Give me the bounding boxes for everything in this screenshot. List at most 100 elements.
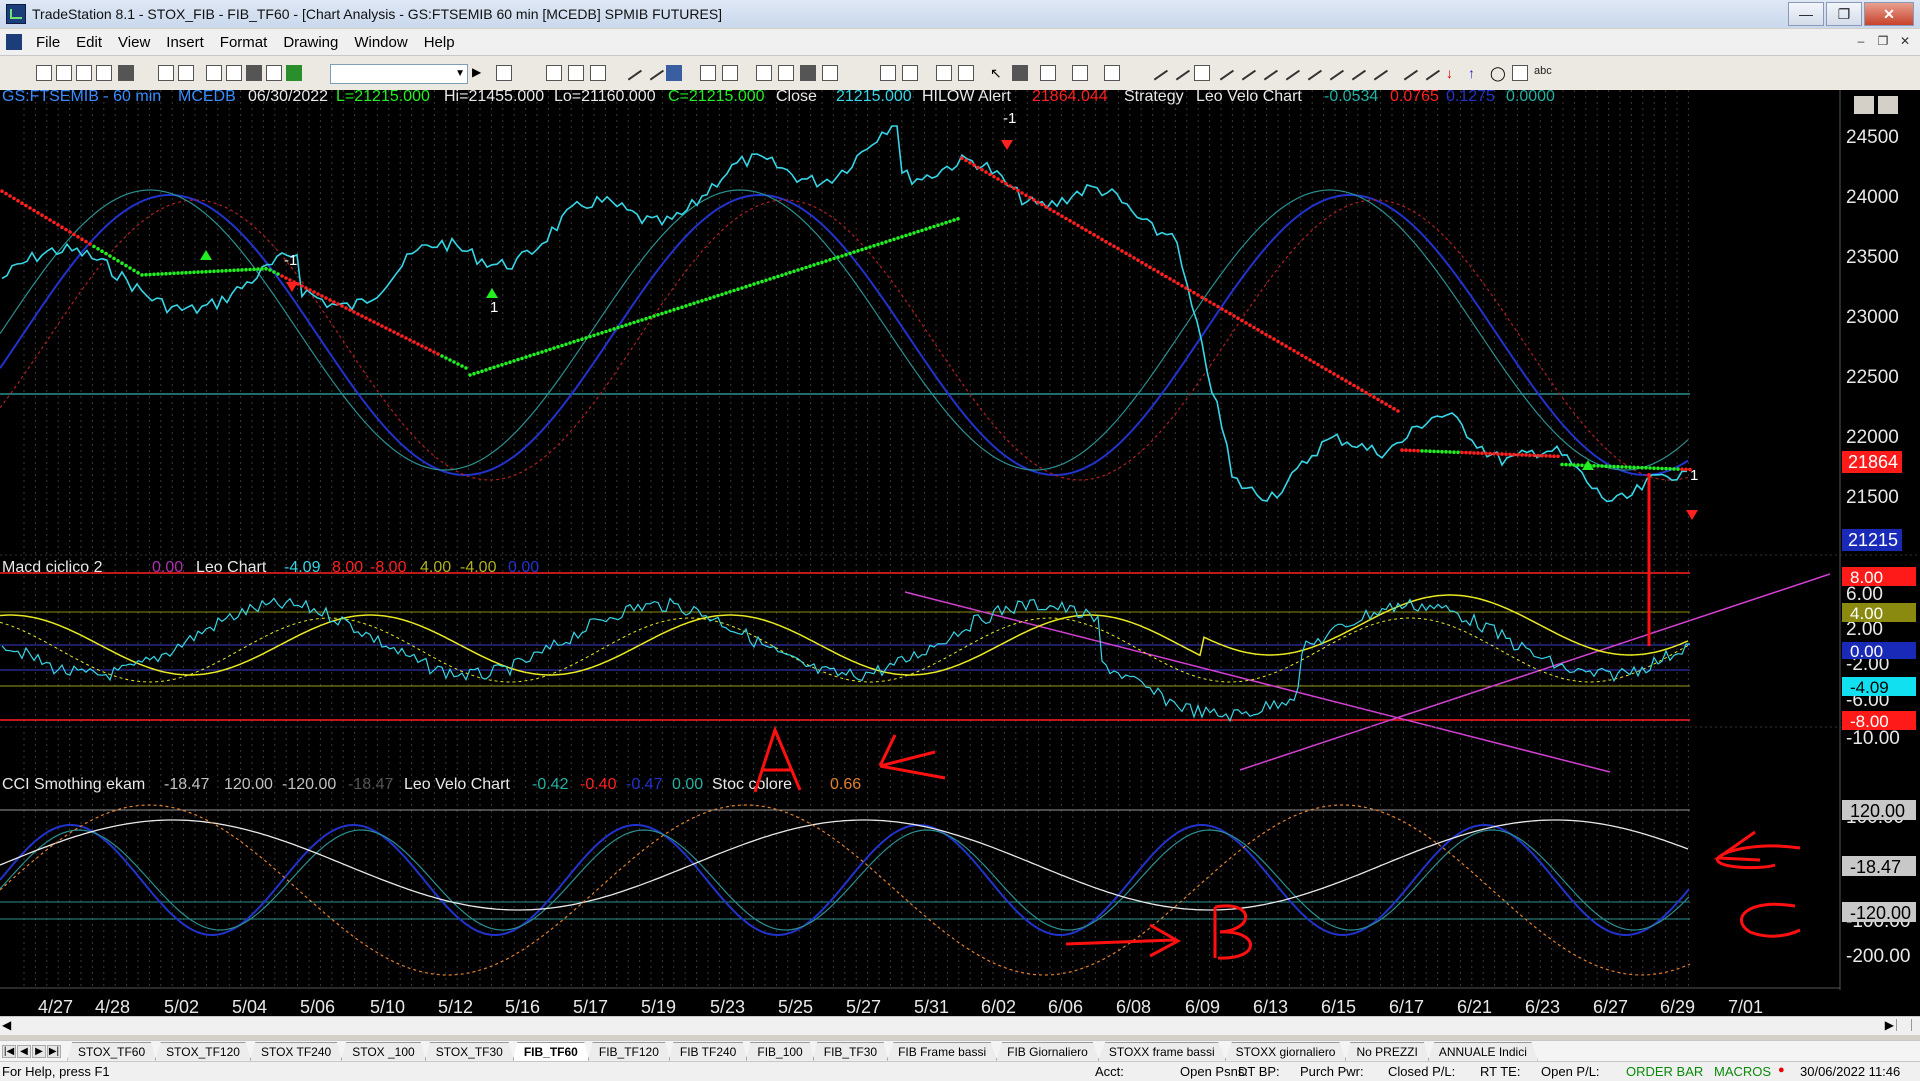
line-icon[interactable] bbox=[1420, 61, 1440, 81]
menu-drawing[interactable]: Drawing bbox=[275, 34, 346, 51]
close-button[interactable]: ✕ bbox=[1864, 2, 1914, 26]
notes-icon[interactable] bbox=[1104, 65, 1120, 81]
hammer-icon[interactable] bbox=[1040, 65, 1056, 81]
tab-stoxx-frame-bassi[interactable]: STOXX frame bassi bbox=[1097, 1041, 1226, 1061]
tab-fib-tf120[interactable]: FIB_TF120 bbox=[587, 1041, 670, 1061]
workspace-icon[interactable] bbox=[118, 65, 134, 81]
scroll-right-arrow-icon[interactable]: ▶ bbox=[1885, 1018, 1894, 1032]
chart-svg[interactable]: GS:FTSEMIB - 60 min MCEDB 06/30/2022 L=2… bbox=[0, 88, 1920, 1018]
freehand-icon[interactable] bbox=[1398, 61, 1418, 81]
restore-button[interactable]: ❐ bbox=[1826, 2, 1862, 26]
time-icon[interactable] bbox=[756, 65, 772, 81]
scroll-left-icon[interactable] bbox=[880, 65, 896, 81]
print-icon[interactable] bbox=[158, 65, 174, 81]
menu-file[interactable]: File bbox=[28, 34, 68, 51]
channel-icon[interactable] bbox=[1214, 61, 1234, 81]
tab-no-prezzi[interactable]: No PREZZI bbox=[1345, 1041, 1429, 1061]
mdi-restore-button[interactable]: ❐ bbox=[1874, 32, 1892, 50]
scrollbar-grip[interactable] bbox=[1896, 1019, 1912, 1031]
chart-icon[interactable] bbox=[266, 65, 282, 81]
first-tab-icon[interactable]: |◀ bbox=[2, 1044, 16, 1058]
andrews-icon[interactable] bbox=[1324, 61, 1344, 81]
scroll-right-icon[interactable] bbox=[902, 65, 918, 81]
menu-help[interactable]: Help bbox=[416, 34, 463, 51]
tab-stox-tf120[interactable]: STOX_TF120 bbox=[155, 1041, 251, 1061]
menu-format[interactable]: Format bbox=[212, 34, 276, 51]
expand-icon[interactable] bbox=[822, 65, 838, 81]
tab-stox-100[interactable]: STOX _100 bbox=[341, 1041, 426, 1061]
menu-edit[interactable]: Edit bbox=[68, 34, 110, 51]
open-icon[interactable] bbox=[56, 65, 72, 81]
text-tool-icon[interactable]: abc bbox=[1534, 65, 1552, 81]
menu-view[interactable]: View bbox=[110, 34, 158, 51]
arrow-up-icon[interactable]: ↑ bbox=[1468, 65, 1484, 81]
data-window-icon[interactable] bbox=[568, 65, 584, 81]
layout-icon[interactable] bbox=[226, 65, 242, 81]
pointer-icon[interactable]: ↖ bbox=[990, 65, 1006, 81]
trendline-icon[interactable] bbox=[1148, 61, 1168, 81]
mdi-minimize-button[interactable]: – bbox=[1852, 32, 1870, 50]
mdi-close-button[interactable]: ✕ bbox=[1896, 32, 1914, 50]
minimize-button[interactable]: — bbox=[1788, 2, 1824, 26]
chart-area[interactable]: GS:FTSEMIB - 60 min MCEDB 06/30/2022 L=2… bbox=[0, 88, 1920, 1025]
last-tab-icon[interactable]: ▶| bbox=[47, 1044, 61, 1058]
tab-annuale-indici[interactable]: ANNUALE Indici bbox=[1427, 1041, 1538, 1061]
horizontal-line-icon[interactable] bbox=[1170, 61, 1190, 81]
tab-fib-100[interactable]: FIB_100 bbox=[746, 1041, 814, 1061]
cursor-icon[interactable] bbox=[1012, 65, 1028, 81]
rectangle-icon[interactable] bbox=[1512, 65, 1528, 81]
tab-fib-giornaliero[interactable]: FIB Giornaliero bbox=[996, 1041, 1099, 1061]
pencil-icon[interactable] bbox=[1368, 61, 1388, 81]
tab-fib-tf30[interactable]: FIB_TF30 bbox=[812, 1041, 889, 1061]
bars-icon[interactable] bbox=[622, 61, 642, 81]
menu-insert[interactable]: Insert bbox=[158, 34, 212, 51]
tab-stox-tf30[interactable]: STOX_TF30 bbox=[424, 1041, 514, 1061]
candles-icon[interactable] bbox=[644, 61, 664, 81]
symbol-combo[interactable]: ▼ bbox=[330, 64, 468, 84]
workspace-save-icon[interactable] bbox=[722, 65, 738, 81]
scroll-left-arrow-icon[interactable]: ◀ bbox=[2, 1018, 11, 1032]
new-icon[interactable] bbox=[36, 65, 52, 81]
tradestation-app-icon[interactable] bbox=[6, 4, 26, 24]
template-icon[interactable] bbox=[700, 65, 716, 81]
pane-maximize-button[interactable] bbox=[1878, 96, 1898, 114]
format-icon[interactable] bbox=[546, 65, 562, 81]
arrow-down-icon[interactable]: ↓ bbox=[1446, 65, 1462, 81]
tab-stox-tf240[interactable]: STOX TF240 bbox=[249, 1041, 343, 1061]
search-icon[interactable] bbox=[496, 65, 512, 81]
prev-tab-icon[interactable]: ◀ bbox=[17, 1044, 31, 1058]
regression-icon[interactable] bbox=[1236, 61, 1256, 81]
pane-minimize-button[interactable] bbox=[1854, 96, 1874, 114]
arc-icon[interactable] bbox=[1346, 61, 1366, 81]
indicator-icon[interactable] bbox=[666, 65, 682, 81]
speed-line-icon[interactable] bbox=[1258, 61, 1278, 81]
horizontal-scrollbar[interactable]: ◀ ▶ bbox=[0, 1016, 1920, 1035]
zoom-in-icon[interactable] bbox=[936, 65, 952, 81]
gann-icon[interactable] bbox=[1302, 61, 1322, 81]
next-tab-icon[interactable]: ▶ bbox=[32, 1044, 46, 1058]
menu-window[interactable]: Window bbox=[346, 34, 415, 51]
chart-document-icon[interactable] bbox=[6, 34, 22, 50]
play-icon[interactable]: ▶ bbox=[472, 65, 488, 81]
tab-fib-tf240[interactable]: FIB TF240 bbox=[668, 1041, 748, 1061]
lock-icon[interactable] bbox=[246, 65, 262, 81]
alert-icon[interactable] bbox=[1072, 65, 1088, 81]
ellipse-icon[interactable]: ◯ bbox=[1490, 65, 1506, 81]
bar-spacing-icon[interactable] bbox=[778, 65, 794, 81]
tab-stoxx-giornaliero[interactable]: STOXX giornaliero bbox=[1224, 1041, 1347, 1061]
fibonacci-icon[interactable] bbox=[1194, 65, 1210, 81]
tab-stox-tf60[interactable]: STOX_TF60 bbox=[67, 1041, 157, 1061]
macros-button[interactable]: MACROS bbox=[1714, 1064, 1771, 1079]
zoom-out-icon[interactable] bbox=[958, 65, 974, 81]
compress-icon[interactable] bbox=[800, 65, 816, 81]
globe-icon[interactable] bbox=[286, 65, 302, 81]
grid-icon[interactable] bbox=[590, 65, 606, 81]
save-icon[interactable] bbox=[76, 65, 92, 81]
arrow-line-icon[interactable] bbox=[1280, 61, 1300, 81]
tab-fib-tf60[interactable]: FIB_TF60 bbox=[512, 1041, 589, 1061]
tab-fib-frame-bassi[interactable]: FIB Frame bassi bbox=[887, 1041, 998, 1061]
order-bar-button[interactable]: ORDER BAR bbox=[1626, 1064, 1703, 1079]
window-icon[interactable] bbox=[206, 65, 222, 81]
print-preview-icon[interactable] bbox=[178, 65, 194, 81]
copy-icon[interactable] bbox=[96, 65, 112, 81]
